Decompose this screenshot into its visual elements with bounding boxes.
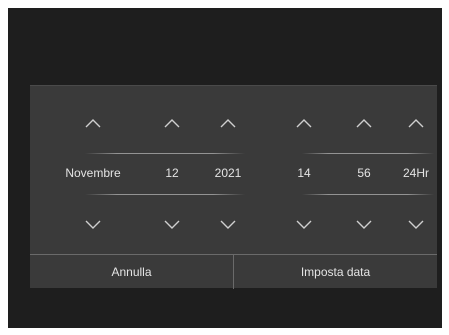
minute-down-icon[interactable] — [351, 215, 377, 235]
cancel-button[interactable]: Annulla — [30, 255, 234, 289]
year-value[interactable]: 2021 — [208, 166, 248, 180]
hour-down-icon[interactable] — [291, 215, 317, 235]
format-value[interactable]: 24Hr — [396, 166, 436, 180]
day-up-icon[interactable] — [159, 113, 185, 133]
month-down-icon[interactable] — [80, 215, 106, 235]
date-time-picker-dialog: Novembre 12 2021 14 56 24Hr Annulla Impo… — [30, 85, 437, 289]
minute-value[interactable]: 56 — [349, 166, 379, 180]
day-value[interactable]: 12 — [157, 166, 187, 180]
day-down-icon[interactable] — [159, 215, 185, 235]
hour-value[interactable]: 14 — [289, 166, 319, 180]
set-date-button[interactable]: Imposta data — [234, 255, 437, 289]
format-up-icon[interactable] — [403, 113, 429, 133]
time-selection-bottom-line — [302, 194, 434, 195]
time-selection-top-line — [302, 153, 434, 154]
year-down-icon[interactable] — [215, 215, 241, 235]
month-value[interactable]: Novembre — [58, 166, 128, 180]
month-up-icon[interactable] — [80, 113, 106, 133]
year-up-icon[interactable] — [215, 113, 241, 133]
date-selection-top-line — [85, 153, 245, 154]
hour-up-icon[interactable] — [291, 113, 317, 133]
screen: Novembre 12 2021 14 56 24Hr Annulla Impo… — [8, 8, 442, 328]
format-down-icon[interactable] — [403, 215, 429, 235]
minute-up-icon[interactable] — [351, 113, 377, 133]
button-bar: Annulla Imposta data — [30, 254, 437, 289]
date-selection-bottom-line — [85, 194, 245, 195]
